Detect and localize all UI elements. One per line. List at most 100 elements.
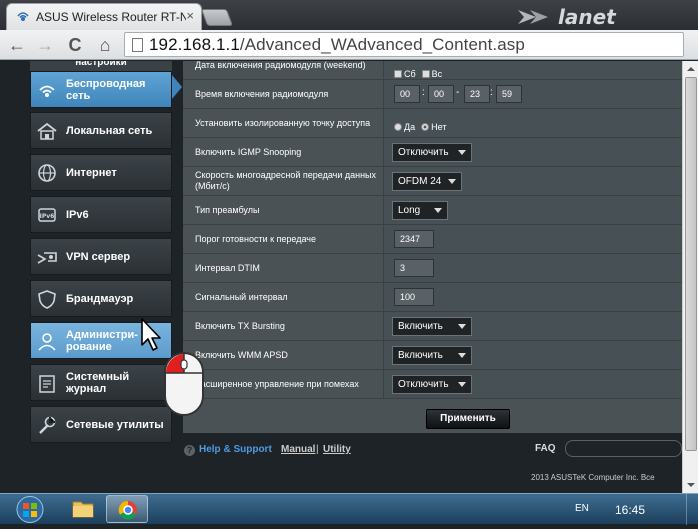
setting-label: Скорость многоадресной передачи данных (… xyxy=(195,170,377,191)
setting-value-cell: Отключить xyxy=(383,138,682,166)
dropdown-select[interactable]: Отключить xyxy=(392,143,472,162)
apply-area: Применить xyxy=(183,409,682,433)
dropdown-select[interactable]: Long xyxy=(392,201,448,220)
setting-value-cell: OFDM 24 xyxy=(383,167,682,195)
checkbox[interactable] xyxy=(421,69,430,78)
router-page: настройки Беспроводная сеть Локальная сет… xyxy=(0,61,682,493)
settings-row: Порог готовности к передаче 2347 xyxy=(183,225,682,254)
scrollbar-thumb[interactable] xyxy=(685,77,697,451)
setting-value-cell: Отключить xyxy=(383,370,682,398)
browser-tab[interactable]: ASUS Wireless Router RT-N × xyxy=(6,3,202,30)
shield-icon xyxy=(38,290,56,309)
checkbox-label: Сб xyxy=(404,68,416,79)
language-indicator[interactable]: EN xyxy=(575,503,589,514)
setting-label: Установить изолированную точку доступа xyxy=(195,117,371,128)
router-favicon-icon xyxy=(17,12,29,21)
setting-value-cell: Да Нет xyxy=(383,109,682,137)
radio-button[interactable] xyxy=(421,122,430,131)
setting-label: Сигнальный интервал xyxy=(195,291,288,302)
ipv6-icon: IPv6 xyxy=(38,208,56,222)
help-icon: ? xyxy=(184,445,195,456)
chrome-icon xyxy=(118,500,137,520)
sidebar-item-label: VPN сервер xyxy=(66,250,131,263)
time-colon: : xyxy=(422,87,425,98)
dropdown-select[interactable]: Отключить xyxy=(392,375,472,394)
setting-value-cell: 00 00 23 59: -: xyxy=(383,80,682,108)
settings-row: Расширенное управление при помехах Отключ… xyxy=(183,370,682,399)
chevron-down-icon xyxy=(458,324,466,329)
setting-label: Расширенное управление при помехах xyxy=(195,378,359,389)
home-icon[interactable]: ⌂ xyxy=(94,35,116,55)
setting-label: Дата включения радиомодуля (weekend) xyxy=(195,61,366,70)
windows-taskbar: EN 16:45 xyxy=(0,493,698,525)
manual-link[interactable]: Manual xyxy=(281,444,315,455)
sidebar-item[interactable]: IPv6 IPv6 xyxy=(30,196,172,233)
tab-close-icon[interactable]: × xyxy=(186,8,194,23)
sidebar-item[interactable]: Брандмауэр xyxy=(30,280,172,317)
time-input[interactable]: 00 xyxy=(428,85,454,103)
back-arrow-icon[interactable]: ← xyxy=(6,35,28,55)
scroll-up-icon[interactable] xyxy=(684,62,698,76)
active-menu-pointer xyxy=(172,75,182,99)
sidebar-item[interactable]: Локальная сеть xyxy=(30,112,172,149)
taskbar-explorer-button[interactable] xyxy=(62,495,104,523)
radio-group: Да Нет xyxy=(394,118,452,136)
windows-start-button[interactable] xyxy=(12,494,48,525)
sidebar-item-label: Локальная сеть xyxy=(66,124,153,137)
text-input[interactable]: 3 xyxy=(394,259,434,277)
settings-table: Дата включения радиомодуля (weekend) Сб Вс… xyxy=(183,61,682,409)
faq-search-input[interactable] xyxy=(565,440,682,457)
copyright-text: 2013 ASUSTeK Computer Inc. Все xyxy=(531,473,655,482)
home-icon xyxy=(37,122,57,140)
browser-toolbar: ← → C ⌂ 192.168.1.1/Advanced_WAdvanced_C… xyxy=(0,30,698,60)
chevron-down-icon xyxy=(434,208,442,213)
reload-icon[interactable]: C xyxy=(64,35,86,55)
scroll-down-icon[interactable] xyxy=(684,478,698,492)
taskbar-chrome-button[interactable] xyxy=(106,495,148,523)
mouse-click-indicator-icon xyxy=(164,352,204,416)
checkbox-label: Вс xyxy=(431,68,443,79)
log-icon xyxy=(39,375,55,393)
sidebar-item[interactable]: Системный журнал xyxy=(30,364,172,401)
sidebar-item[interactable]: Беспроводная сеть xyxy=(30,71,172,108)
sidebar-item-label: Интернет xyxy=(66,166,117,179)
setting-label: Время включения радиомодуля xyxy=(195,88,329,99)
folder-icon xyxy=(72,501,94,518)
apply-button[interactable]: Применить xyxy=(426,409,510,429)
page-scrollbar[interactable] xyxy=(682,61,698,493)
sidebar-item[interactable]: VPN сервер xyxy=(30,238,172,275)
sidebar-item-label: Системный журнал xyxy=(66,370,130,395)
settings-row: Включить WMM APSD Включить xyxy=(183,341,682,370)
radio-button[interactable] xyxy=(394,122,402,131)
dropdown-select[interactable]: Включить xyxy=(392,346,472,365)
show-desktop-button[interactable] xyxy=(686,494,698,525)
time-input[interactable]: 00 xyxy=(394,85,420,103)
checkbox[interactable] xyxy=(394,69,402,78)
setting-label: Интервал DTIM xyxy=(195,262,260,273)
dropdown-select[interactable]: OFDM 24 xyxy=(392,172,462,191)
text-input[interactable]: 2347 xyxy=(394,230,434,248)
chevron-down-icon xyxy=(458,150,466,155)
sidebar-item-label: Администри- рование xyxy=(66,328,138,353)
help-support-link[interactable]: Help & Support xyxy=(199,444,272,455)
setting-value-cell: Long xyxy=(383,196,682,224)
setting-label: Включить IGMP Snooping xyxy=(195,146,302,157)
time-input[interactable]: 59 xyxy=(496,85,522,103)
time-colon: : xyxy=(490,87,493,98)
dropdown-select[interactable]: Включить xyxy=(392,317,472,336)
time-separator: - xyxy=(456,87,460,98)
wifi-icon xyxy=(39,85,55,97)
utility-link[interactable]: Utility xyxy=(323,444,351,455)
settings-row: Включить TX Bursting Включить xyxy=(183,312,682,341)
setting-label: Тип преамбулы xyxy=(195,204,260,215)
taskbar-clock[interactable]: 16:45 xyxy=(615,503,645,517)
time-input[interactable]: 23 xyxy=(464,85,490,103)
vpn-icon xyxy=(37,252,57,264)
sidebar-item[interactable]: Интернет xyxy=(30,154,172,191)
settings-row: Скорость многоадресной передачи данных (… xyxy=(183,167,682,196)
svg-text:IPv6: IPv6 xyxy=(40,213,55,220)
page-icon xyxy=(132,38,143,52)
text-input[interactable]: 100 xyxy=(394,288,434,306)
address-bar[interactable]: 192.168.1.1/Advanced_WAdvanced_Content.a… xyxy=(124,32,684,57)
forward-arrow-icon[interactable]: → xyxy=(34,35,56,55)
